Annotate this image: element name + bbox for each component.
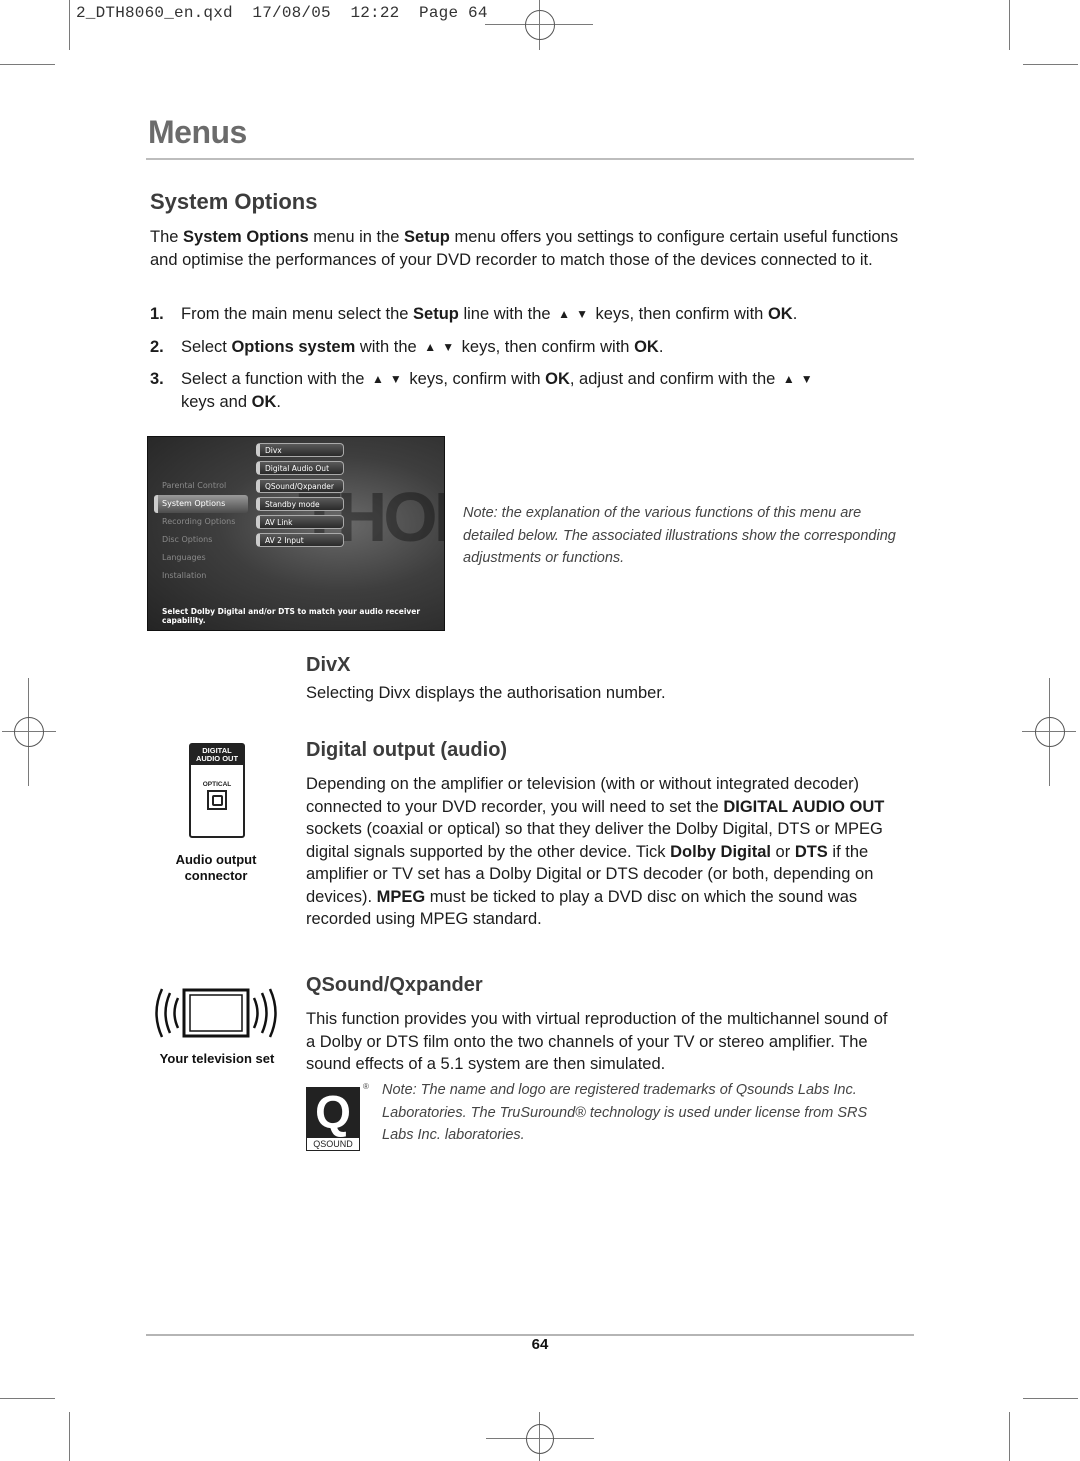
divx-title: DivX bbox=[306, 654, 351, 676]
note-trademark: Note: The name and logo are registered t… bbox=[382, 1082, 868, 1143]
step-item: 3. Select a function with the ▲ ▼ keys, c… bbox=[150, 370, 813, 411]
arrow-down-icon: ▼ bbox=[442, 339, 455, 354]
osd-left-item: Disc Options bbox=[162, 535, 213, 544]
osd-right-menu: Divx Digital Audio Out QSound/Qxpander S… bbox=[256, 443, 344, 551]
osd-hint: Select Dolby Digital and/or DTS to match… bbox=[162, 607, 421, 625]
note-menu-explanation: Note: the explanation of the various fun… bbox=[463, 505, 896, 566]
arrow-up-icon: ▲ bbox=[558, 307, 571, 321]
qsound-body: This function provides you with virtual … bbox=[306, 1010, 888, 1073]
crop-mark bbox=[0, 64, 55, 65]
osd-left-item: Recording Options bbox=[162, 517, 236, 526]
osd-left-menu: Parental Control System Options Recordin… bbox=[154, 477, 248, 585]
qsound-title: QSound/Qxpander bbox=[306, 974, 483, 996]
arrow-up-icon: ▲ bbox=[424, 339, 437, 354]
crop-mark bbox=[1009, 1412, 1010, 1461]
step-item: 1. From the main menu select the Setup l… bbox=[150, 303, 910, 326]
register-circle bbox=[526, 1424, 554, 1454]
register-circle bbox=[14, 717, 44, 747]
television-caption: Your television set bbox=[159, 1051, 275, 1066]
osd-option: Digital Audio Out bbox=[256, 461, 344, 475]
crop-mark bbox=[69, 1412, 70, 1461]
crop-mark bbox=[1009, 0, 1010, 50]
registered-mark: ® bbox=[363, 1082, 369, 1091]
arrow-down-icon: ▼ bbox=[389, 372, 402, 386]
osd-option: AV 2 Input bbox=[256, 533, 344, 547]
digital-audio-out-icon: DIGITAL AUDIO OUT OPTICAL bbox=[189, 743, 245, 838]
osd-option: AV Link bbox=[256, 515, 344, 529]
crop-mark bbox=[69, 0, 70, 50]
audio-output-caption: Audio output connector bbox=[175, 852, 257, 883]
register-circle bbox=[1035, 717, 1065, 747]
osd-left-item: Installation bbox=[162, 571, 207, 580]
page-title: Menus bbox=[148, 114, 247, 150]
crop-mark bbox=[1023, 1398, 1078, 1399]
osd-left-item: Languages bbox=[162, 553, 206, 562]
section-intro: The System Options menu in the Setup men… bbox=[150, 228, 899, 269]
osd-option: Standby mode bbox=[256, 497, 344, 511]
osd-left-item: Parental Control bbox=[162, 481, 227, 490]
digital-output-title: Digital output (audio) bbox=[306, 739, 508, 761]
osd-option: QSound/Qxpander bbox=[256, 479, 344, 493]
arrow-down-icon: ▼ bbox=[800, 372, 813, 386]
step-item: 2. Select Options system with the ▲ ▼ key… bbox=[150, 336, 910, 359]
arrow-down-icon: ▼ bbox=[576, 307, 588, 321]
optical-port-icon bbox=[207, 790, 227, 810]
divx-body: Selecting Divx displays the authorisatio… bbox=[306, 684, 666, 702]
crop-mark bbox=[1023, 64, 1078, 65]
steps-list: 1. From the main menu select the Setup l… bbox=[150, 303, 910, 423]
crop-mark bbox=[0, 1398, 55, 1399]
arrow-up-icon: ▲ bbox=[372, 372, 384, 386]
title-divider bbox=[146, 158, 914, 160]
register-circle bbox=[525, 10, 555, 40]
arrow-up-icon: ▲ bbox=[782, 372, 795, 386]
digital-output-body: Depending on the amplifier or television… bbox=[306, 775, 885, 928]
osd-left-item-selected: System Options bbox=[154, 495, 248, 513]
page-number: 64 bbox=[531, 1336, 549, 1353]
osd-option: Divx bbox=[256, 443, 344, 457]
section-title: System Options bbox=[150, 189, 318, 214]
qsound-logo: Q QSOUND bbox=[306, 1087, 360, 1151]
menu-screenshot: THOMSON Parental Control System Options … bbox=[147, 436, 445, 631]
print-slug: 2_DTH8060_en.qxd 17/08/05 12:22 Page 64 bbox=[76, 4, 488, 22]
television-icon bbox=[155, 988, 277, 1038]
